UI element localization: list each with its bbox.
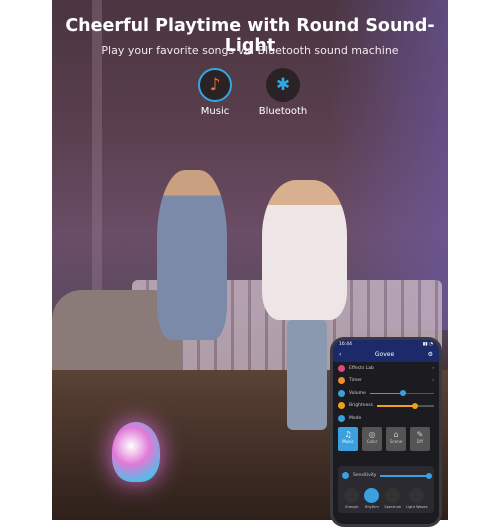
mode-icon: ⌂ xyxy=(393,429,399,439)
girl-left xyxy=(157,170,227,340)
effect-icon xyxy=(409,488,425,503)
effect-label: Spectrum xyxy=(384,505,402,509)
subtitle: Play your favorite songs via Bluetooth s… xyxy=(101,44,399,57)
setting-label: Volume xyxy=(349,390,366,396)
setting-slider[interactable] xyxy=(369,390,434,396)
setting-mode[interactable]: Mode xyxy=(333,412,439,425)
effect-option[interactable]: Light Waves xyxy=(406,488,428,509)
girl-right-legs xyxy=(287,320,327,430)
mode-hint xyxy=(333,453,439,463)
feature-bluetooth: ✱ Bluetooth xyxy=(248,68,318,117)
feature-label: Bluetooth xyxy=(258,106,308,117)
mode-label: Music xyxy=(342,438,354,444)
effect-label: Light Waves xyxy=(406,505,428,509)
setting-icon xyxy=(338,402,345,410)
music-note-icon: ♪ xyxy=(198,68,232,102)
setting-icon xyxy=(338,364,345,372)
sensitivity-label: Sensitivity xyxy=(353,473,377,479)
music-settings-card: Sensitivity Energic Rhythm Spectrum Light W… xyxy=(338,465,434,513)
gear-icon[interactable]: ⚙ xyxy=(428,351,433,358)
setting-icon xyxy=(338,414,345,422)
setting-label: Timer xyxy=(349,378,362,384)
setting-label: Mode xyxy=(349,415,362,421)
setting-volume[interactable]: Volume xyxy=(333,387,439,400)
effect-icon xyxy=(385,488,401,503)
effect-icon xyxy=(344,488,360,503)
setting-label: Brightness xyxy=(349,403,373,409)
app-title: Govee xyxy=(374,351,395,358)
mode-icon: ✎ xyxy=(416,429,424,439)
setting-timer[interactable]: Timer › xyxy=(333,375,439,388)
sensitivity-icon xyxy=(342,472,349,480)
signal-icon: ▮▮ ◔ xyxy=(422,342,433,347)
mode-scene[interactable]: ⌂ Scene xyxy=(386,426,406,451)
back-icon[interactable]: ‹ xyxy=(339,351,341,358)
chevron-right-icon: › xyxy=(432,365,434,371)
setting-icon xyxy=(338,377,345,385)
setting-effects-lab[interactable]: Effects Lab › xyxy=(333,362,439,375)
effect-label: Rhythm xyxy=(365,505,379,509)
mode-diy[interactable]: ✎ DIY xyxy=(410,426,430,451)
effect-icon xyxy=(364,488,380,503)
mode-color[interactable]: ◎ Color xyxy=(362,426,382,451)
mode-icon: ♫ xyxy=(344,429,352,439)
effect-option[interactable]: Spectrum xyxy=(384,488,401,509)
effect-option[interactable]: Energic xyxy=(344,488,360,509)
effect-option[interactable]: Rhythm xyxy=(364,488,380,509)
sensitivity-slider[interactable] xyxy=(380,472,433,479)
app-header: 16:44 ▮▮ ◔ ‹ Govee ⚙ xyxy=(333,340,439,362)
phone-app: 16:44 ▮▮ ◔ ‹ Govee ⚙ Effects Lab › Timer › Volu… xyxy=(330,337,442,527)
mode-icon: ◎ xyxy=(368,429,376,439)
feature-label: Music xyxy=(200,106,230,117)
setting-slider[interactable] xyxy=(376,402,434,409)
setting-brightness[interactable]: Brightness xyxy=(333,400,439,413)
chevron-right-icon: › xyxy=(432,378,434,384)
effect-label: Energic xyxy=(345,505,359,509)
setting-label: Effects Lab xyxy=(349,365,374,371)
mode-label: Scene xyxy=(389,438,403,444)
mode-label: DIY xyxy=(416,438,424,444)
status-time: 16:44 xyxy=(339,342,352,347)
bluetooth-icon: ✱ xyxy=(266,68,300,102)
girl-right xyxy=(262,180,347,320)
sound-light-lamp xyxy=(112,422,160,482)
setting-icon xyxy=(338,389,345,397)
mode-label: Color xyxy=(366,438,378,444)
mode-music[interactable]: ♫ Music xyxy=(338,426,358,451)
feature-music: ♪ Music xyxy=(180,68,250,117)
